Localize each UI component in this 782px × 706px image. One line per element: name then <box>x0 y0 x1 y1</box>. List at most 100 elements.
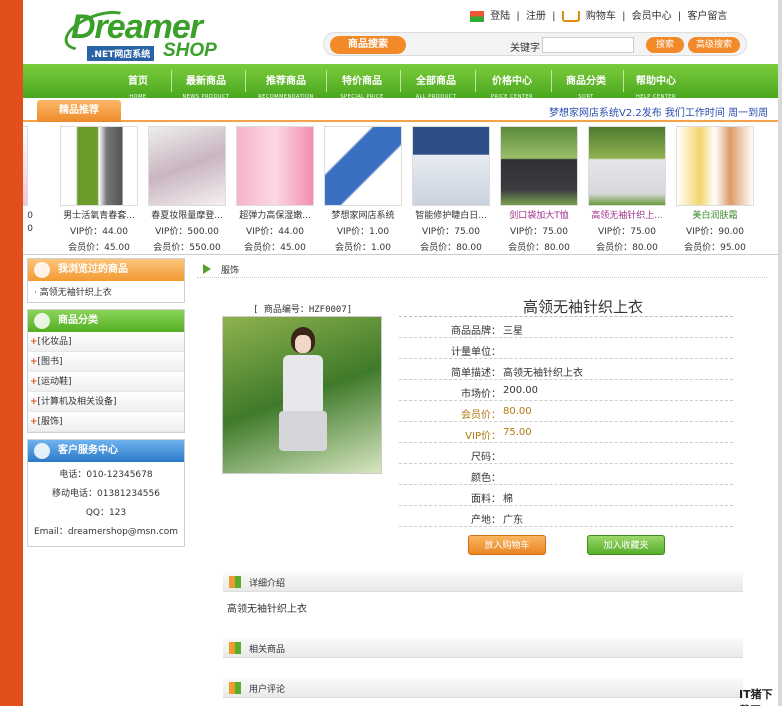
nav-price-center[interactable]: 价格中心 PRICE CENTER <box>479 64 545 100</box>
keyword-label: 关键字 <box>510 43 540 54</box>
attr-value: 三星 <box>503 326 523 337</box>
product-card[interactable]: 春夏妆限量摩登... VIP价：500.00 会员价：550.00 <box>143 126 231 253</box>
product-card[interactable]: 00 <box>23 126 33 234</box>
product-image[interactable] <box>588 126 666 206</box>
detail-text: 高领无袖针织上衣 <box>227 604 307 615</box>
login-link[interactable]: 登陆 <box>490 11 510 22</box>
category-label[interactable]: [计算机及相关设备] <box>38 397 117 407</box>
section-header-related: 相关商品 <box>223 638 743 658</box>
product-image[interactable] <box>412 126 490 206</box>
product-name[interactable]: 梦想家网店系统 <box>319 208 407 221</box>
main-nav: 首页 HOME 最新商品 NEWS PRODUCT 推荐商品 RECOMMENDATI… <box>23 64 778 100</box>
nav-home[interactable]: 首页 HOME <box>105 64 171 100</box>
attr-key: 尺码： <box>471 452 501 463</box>
news-marquee[interactable]: 梦想家网店系统V2.2发布 我们工作时间 周一到周 <box>549 104 768 119</box>
product-vip-price: 0 <box>27 211 33 221</box>
add-to-cart-button[interactable]: 放入购物车 <box>468 535 546 555</box>
product-name[interactable]: 男士活氧青春套... <box>55 208 143 221</box>
logo-subtitle: .NET网店系统 <box>87 46 155 61</box>
top-links: 登陆 | 注册 | 购物车 | 会员中心 | 客户留言 <box>470 7 730 22</box>
recommend-tab[interactable]: 精品推荐 <box>37 100 121 122</box>
category-label[interactable]: [服饰] <box>38 417 63 427</box>
plus-icon: + <box>30 357 38 367</box>
cart-icon[interactable] <box>561 10 580 22</box>
product-image[interactable] <box>148 126 226 206</box>
category-label[interactable]: [图书] <box>38 357 63 367</box>
box-title-text: 客户服务中心 <box>58 445 118 456</box>
product-image[interactable] <box>236 126 314 206</box>
attr-row: 会员价： 80.00 <box>399 402 733 422</box>
category-item[interactable]: +[运动鞋] <box>28 372 184 392</box>
product-card[interactable]: 男士活氧青春套... VIP价：44.00 会员价：45.00 <box>55 126 143 253</box>
service-title: 客户服务中心 <box>28 440 184 462</box>
attr-row: 颜色： <box>399 465 733 485</box>
product-name[interactable]: 美白润肤霜 <box>671 208 759 221</box>
add-to-favorites-button[interactable]: 加入收藏夹 <box>587 535 665 555</box>
product-name[interactable]: 高领无袖针织上... <box>583 208 671 221</box>
nav-divider <box>475 70 476 92</box>
product-card[interactable]: 梦想家网店系统 VIP价：1.00 会员价：1.00 <box>319 126 407 253</box>
box-title-text: 我浏览过的商品 <box>58 264 128 275</box>
title-underline <box>399 316 733 317</box>
product-member-price: 会员价：550.00 <box>153 243 221 253</box>
product-card[interactable]: 智能修护睫白日... VIP价：75.00 会员价：80.00 <box>407 126 495 253</box>
nav-sort[interactable]: 商品分类 SORT <box>553 64 619 100</box>
advanced-search-button[interactable]: 高级搜索 <box>688 37 740 53</box>
nav-special-price[interactable]: 特价商品 SPECIAL PRICE <box>329 64 395 100</box>
product-image[interactable] <box>60 126 138 206</box>
product-photo[interactable] <box>222 316 382 474</box>
register-link[interactable]: 注册 <box>526 11 546 22</box>
category-label[interactable]: [运动鞋] <box>38 377 72 387</box>
attr-key: 面料： <box>471 494 501 505</box>
section-header-comments: 用户评论 <box>223 678 743 698</box>
left-decor-bar <box>0 0 23 706</box>
product-image[interactable] <box>324 126 402 206</box>
guestbook-link[interactable]: 客户留言 <box>687 11 727 22</box>
product-name[interactable]: 剑口袋加大T恤 <box>495 208 583 221</box>
nav-all-products[interactable]: 全部商品 ALL PRODUCT <box>403 64 469 100</box>
nav-help-center[interactable]: 帮助中心 HELP CENTER <box>623 64 689 100</box>
product-name[interactable]: 春夏妆限量摩登... <box>143 208 231 221</box>
category-item[interactable]: +[化妆品] <box>28 332 184 352</box>
section-header-detail: 详细介绍 <box>223 572 743 592</box>
viewed-item[interactable]: · 高领无袖针织上衣 <box>28 281 184 302</box>
attr-row: 产地： 广东 <box>399 507 733 527</box>
product-card[interactable]: 剑口袋加大T恤 VIP价：75.00 会员价：80.00 <box>495 126 583 253</box>
category-item[interactable]: +[图书] <box>28 352 184 372</box>
product-image[interactable] <box>23 126 28 206</box>
search-bar: 商品搜索 关键字 搜索 高级搜索 <box>323 32 747 56</box>
viewed-products-box: 我浏览过的商品 · 高领无袖针织上衣 <box>27 258 185 303</box>
product-card[interactable]: 美白润肤霜 VIP价：90.00 会员价：95.00 <box>671 126 759 253</box>
category-item[interactable]: +[计算机及相关设备] <box>28 392 184 412</box>
plus-icon: + <box>30 337 38 347</box>
product-image[interactable] <box>676 126 754 206</box>
category-item[interactable]: +[服饰] <box>28 412 184 432</box>
breadcrumb-category[interactable]: 服饰 <box>221 263 239 276</box>
nav-divider <box>551 70 552 92</box>
product-title: 高领无袖针织上衣 <box>522 298 643 316</box>
nav-label: 最新商品 <box>186 76 226 87</box>
nav-new-products[interactable]: 最新商品 NEWS PRODUCT <box>173 64 239 100</box>
site-logo[interactable]: Dreamer .NET网店系统 SHOP <box>45 3 245 62</box>
category-label[interactable]: [化妆品] <box>38 337 72 347</box>
product-card[interactable]: 高领无袖针织上... VIP价：75.00 会员价：80.00 <box>583 126 671 253</box>
nav-label: 商品分类 <box>566 76 606 87</box>
attr-value: 200.00 <box>503 385 538 396</box>
breadcrumb: 服饰 <box>197 262 767 278</box>
product-name[interactable]: 智能修护睫白日... <box>407 208 495 221</box>
nav-recommended[interactable]: 推荐商品 RECOMMENDATION <box>249 64 323 100</box>
member-center-link[interactable]: 会员中心 <box>632 11 672 22</box>
attr-value: 棉 <box>503 494 513 505</box>
cart-link[interactable]: 购物车 <box>586 11 616 22</box>
attr-row: 简单描述： 高领无袖针织上衣 <box>399 360 733 380</box>
attr-key: 会员价： <box>461 410 501 421</box>
product-card[interactable]: 超弹力高保湿嫩... VIP价：44.00 会员价：45.00 <box>231 126 319 253</box>
product-name[interactable]: 超弹力高保湿嫩... <box>231 208 319 221</box>
keyword-input[interactable] <box>542 37 634 53</box>
search-title: 商品搜索 <box>330 36 406 54</box>
search-button[interactable]: 搜索 <box>646 37 684 53</box>
nav-label: 首页 <box>128 76 148 87</box>
right-scrollbar[interactable] <box>778 0 782 706</box>
product-image[interactable] <box>500 126 578 206</box>
product-member-price: 会员价：80.00 <box>508 243 570 253</box>
